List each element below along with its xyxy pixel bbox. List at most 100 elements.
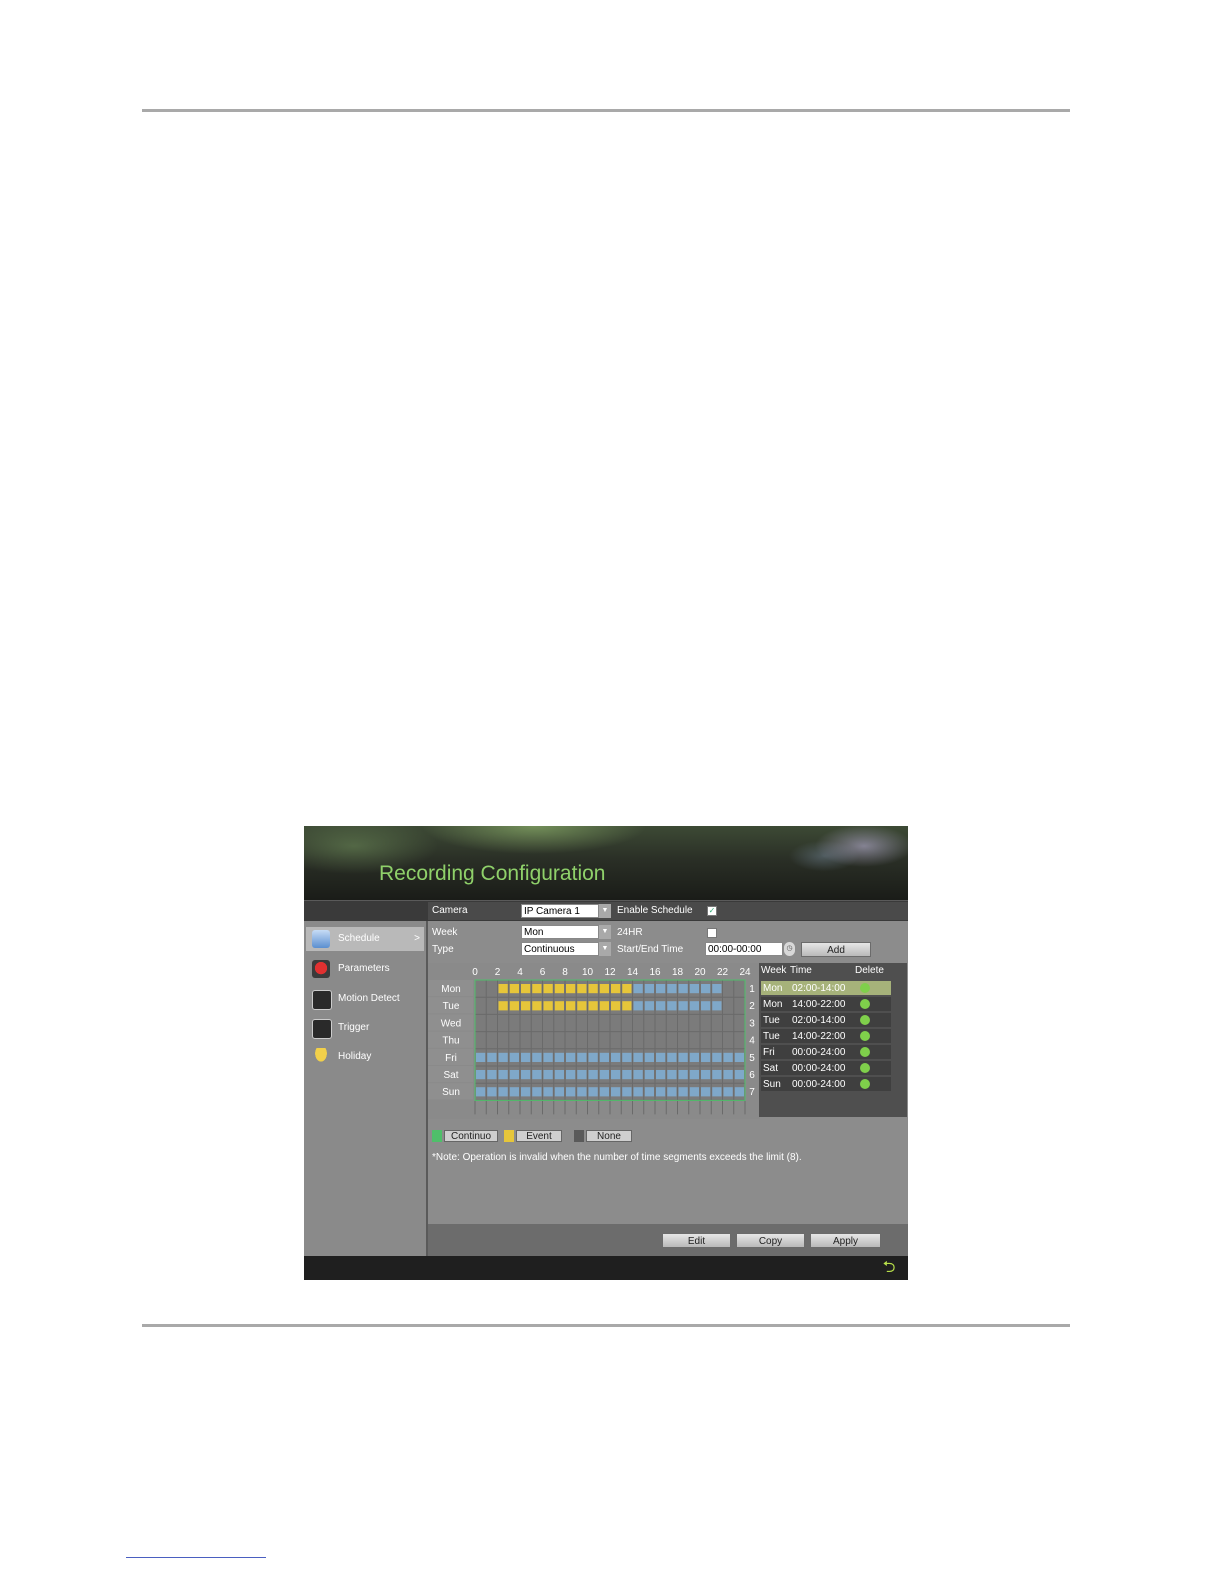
- list-item[interactable]: Sun 00:00-24:00: [761, 1077, 891, 1091]
- schedule-segment-cell: [498, 1087, 508, 1097]
- list-item-time: 00:00-24:00: [792, 1047, 846, 1058]
- chevron-down-icon[interactable]: ▼: [599, 942, 611, 956]
- list-item-time: 02:00-14:00: [792, 983, 846, 994]
- schedule-segment-cell: [599, 984, 609, 994]
- delete-icon[interactable]: [860, 1047, 870, 1057]
- schedule-segment-cell: [532, 1052, 542, 1062]
- row-number: 4: [749, 1036, 755, 1047]
- schedule-segment-cell: [566, 1001, 576, 1011]
- row-number: 1: [749, 984, 755, 995]
- type-select[interactable]: Continuous: [521, 942, 599, 956]
- schedule-segment-cell: [543, 1001, 553, 1011]
- schedule-segment-cell: [734, 1052, 744, 1062]
- schedule-segment-cell: [712, 984, 722, 994]
- schedule-segment-cell: [656, 1087, 666, 1097]
- list-item[interactable]: Tue 02:00-14:00: [761, 1013, 891, 1027]
- hour-tick-label: 14: [627, 967, 639, 978]
- schedule-segment-cell: [599, 1052, 609, 1062]
- enable-schedule-label: Enable Schedule: [617, 905, 693, 916]
- schedule-segment-cell: [689, 1070, 699, 1080]
- delete-icon[interactable]: [860, 983, 870, 993]
- schedule-segment-cell: [689, 984, 699, 994]
- schedule-segment-cell: [554, 1070, 564, 1080]
- list-item-week: Tue: [763, 1015, 780, 1026]
- hour-tick-label: 2: [495, 967, 501, 978]
- list-item[interactable]: Sat 00:00-24:00: [761, 1061, 891, 1075]
- hour-tick-label: 8: [562, 967, 568, 978]
- day-label: Sat: [443, 1070, 458, 1081]
- schedule-segment-cell: [611, 984, 621, 994]
- hour-tick-label: 12: [604, 967, 616, 978]
- legend-swatch-none: [574, 1130, 584, 1142]
- day-label: Sun: [442, 1087, 460, 1098]
- delete-icon[interactable]: [860, 1015, 870, 1025]
- list-item-week: Mon: [763, 999, 783, 1010]
- hr24-checkbox[interactable]: [707, 928, 717, 938]
- schedule-segment-cell: [611, 1087, 621, 1097]
- delete-icon[interactable]: [860, 1063, 870, 1073]
- delete-icon[interactable]: [860, 999, 870, 1009]
- sidebar-item-schedule[interactable]: Schedule >: [306, 927, 424, 951]
- schedule-segment-cell: [566, 1087, 576, 1097]
- clock-icon[interactable]: ◷: [784, 942, 795, 956]
- schedule-segment-cell: [622, 1052, 632, 1062]
- list-item[interactable]: Mon 14:00-22:00: [761, 997, 891, 1011]
- delete-icon[interactable]: [860, 1079, 870, 1089]
- schedule-segment-cell: [667, 1001, 677, 1011]
- sidebar-item-motion-detect[interactable]: Motion Detect: [306, 987, 424, 1011]
- list-item[interactable]: Mon 02:00-14:00: [761, 981, 891, 995]
- schedule-segment-cell: [701, 1087, 711, 1097]
- schedule-segment-cell: [667, 1052, 677, 1062]
- apply-button[interactable]: Apply: [810, 1233, 881, 1248]
- edit-button[interactable]: Edit: [662, 1233, 731, 1248]
- schedule-segment-cell: [622, 984, 632, 994]
- schedule-segment-cell: [509, 984, 519, 994]
- status-bar: ⮌: [304, 1256, 908, 1280]
- schedule-segment-cell: [644, 1070, 654, 1080]
- sidebar-item-label: Holiday: [338, 1051, 372, 1062]
- camera-label: Camera: [432, 905, 468, 916]
- start-end-time-input[interactable]: 00:00-00:00: [705, 942, 783, 956]
- schedule-segment-cell: [554, 1001, 564, 1011]
- legend-swatch-event: [504, 1130, 514, 1142]
- list-item[interactable]: Fri 00:00-24:00: [761, 1045, 891, 1059]
- schedule-segment-cell: [588, 1070, 598, 1080]
- schedule-segment-cell: [712, 1087, 722, 1097]
- sidebar-item-holiday[interactable]: Holiday: [306, 1045, 424, 1069]
- copy-button[interactable]: Copy: [736, 1233, 805, 1248]
- sidebar-item-label: Schedule: [338, 933, 380, 944]
- schedule-segment-cell: [701, 1070, 711, 1080]
- schedule-segment-cell: [498, 984, 508, 994]
- sidebar-item-label: Parameters: [338, 963, 390, 974]
- row-number: 6: [749, 1070, 755, 1081]
- list-item[interactable]: Tue 14:00-22:00: [761, 1029, 891, 1043]
- enable-schedule-checkbox[interactable]: ✓: [707, 906, 717, 916]
- row-number: 7: [749, 1087, 755, 1098]
- delete-icon[interactable]: [860, 1031, 870, 1041]
- schedule-segment-cell: [656, 1001, 666, 1011]
- list-header-week: Week: [761, 965, 787, 976]
- list-item-week: Sun: [763, 1079, 781, 1090]
- schedule-segment-cell: [543, 1070, 553, 1080]
- sidebar-item-trigger[interactable]: Trigger: [306, 1016, 424, 1040]
- schedule-segment-cell: [498, 1070, 508, 1080]
- schedule-segment-cell: [667, 984, 677, 994]
- add-button[interactable]: Add: [801, 942, 871, 957]
- hour-tick-label: 24: [739, 967, 751, 978]
- chevron-down-icon[interactable]: ▼: [599, 925, 611, 939]
- schedule-segment-cell: [712, 1052, 722, 1062]
- schedule-segment-cell: [487, 1087, 497, 1097]
- week-select[interactable]: Mon: [521, 925, 599, 939]
- hour-tick-label: 22: [717, 967, 729, 978]
- chevron-down-icon[interactable]: ▼: [599, 904, 611, 918]
- schedule-segment-cell: [498, 1001, 508, 1011]
- schedule-segment-cell: [656, 1070, 666, 1080]
- back-arrow-icon[interactable]: ⮌: [880, 1260, 898, 1276]
- sidebar-item-parameters[interactable]: Parameters: [306, 957, 424, 981]
- schedule-segment-cell: [476, 1052, 486, 1062]
- camera-select[interactable]: IP Camera 1: [521, 904, 599, 918]
- schedule-segment-cell: [588, 1087, 598, 1097]
- list-header-time: Time: [790, 965, 812, 976]
- list-item-time: 00:00-24:00: [792, 1063, 846, 1074]
- schedule-grid[interactable]: 0 2 4 6 8 10 12 14 16 18 20 22 24Mon 1Tue 2Wed 3Thu 4Fri…: [428, 963, 760, 1119]
